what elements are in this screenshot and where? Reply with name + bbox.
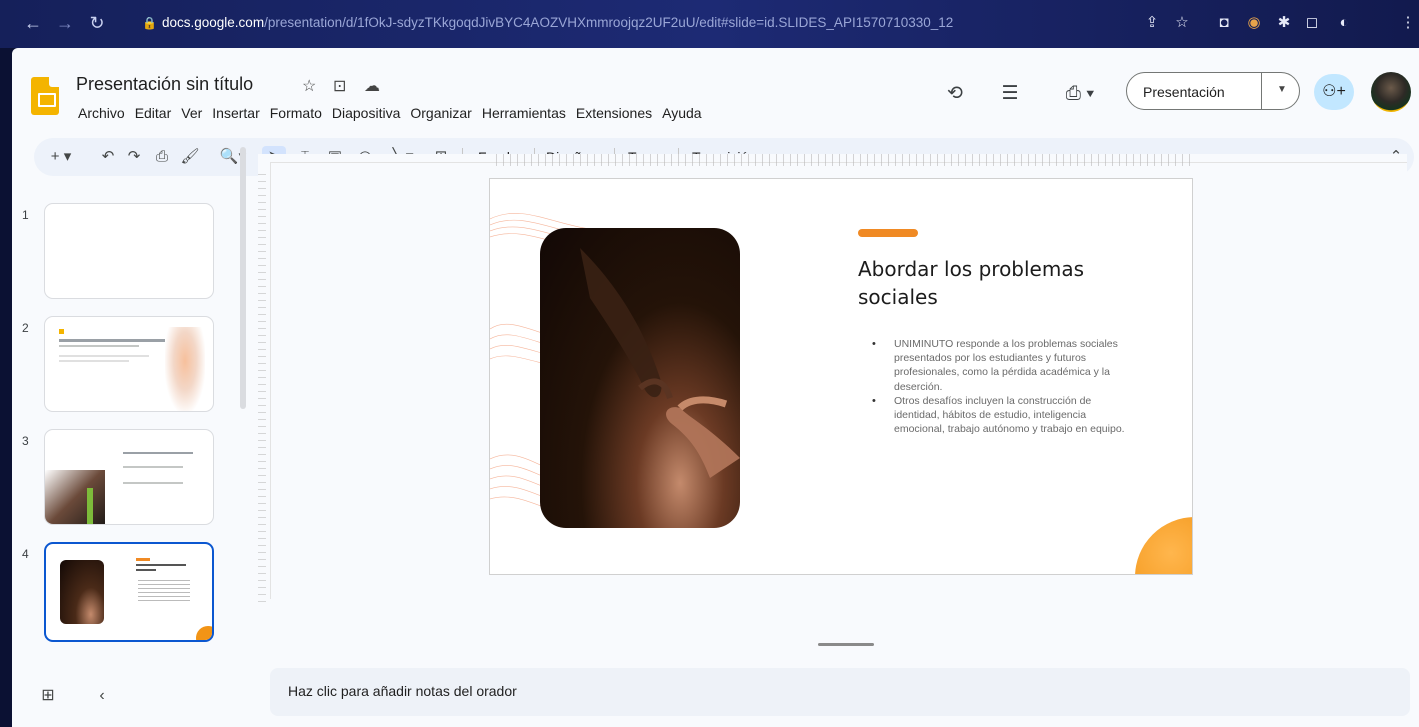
present-label: Presentación: [1143, 84, 1225, 100]
slide-bullets[interactable]: UNIMINUTO responde a los problemas socia…: [872, 337, 1132, 436]
bookmark-star-icon[interactable]: ☆: [1172, 13, 1192, 33]
share-page-icon[interactable]: ⇪: [1142, 13, 1162, 33]
thumb-text-line: [136, 564, 186, 566]
menu-ayuda[interactable]: Ayuda: [658, 103, 707, 123]
present-button[interactable]: Presentación ▼: [1126, 72, 1300, 110]
menu-formato[interactable]: Formato: [266, 103, 328, 123]
slides-logo-icon[interactable]: [31, 77, 59, 115]
menu-extensiones[interactable]: Extensiones: [572, 103, 658, 123]
back-arrow-icon[interactable]: ←: [22, 12, 44, 34]
menu-bar: Archivo Editar Ver Insertar Formato Diap…: [74, 103, 708, 123]
slide-title[interactable]: Abordar los problemas sociales: [858, 255, 1138, 311]
slide-filmstrip: 1 2 3 4: [12, 140, 252, 642]
menu-ver[interactable]: Ver: [177, 103, 208, 123]
thumb-text-line: [138, 580, 190, 581]
bullet-item: UNIMINUTO responde a los problemas socia…: [872, 337, 1132, 394]
menu-archivo[interactable]: Archivo: [74, 103, 131, 123]
thumb-image: [87, 488, 93, 524]
version-history-icon[interactable]: ⟲: [943, 82, 967, 106]
horizontal-ruler: [496, 154, 1196, 166]
kebab-menu-icon[interactable]: ⋮: [1398, 13, 1418, 33]
thumb-image: [45, 470, 105, 524]
profile-icon[interactable]: ◐: [1334, 13, 1354, 33]
slide-number: 1: [22, 208, 29, 222]
slide-thumbnail-3[interactable]: [44, 429, 214, 525]
thumb-text-line: [136, 569, 156, 571]
slide-number: 4: [22, 547, 29, 561]
menu-editar[interactable]: Editar: [131, 103, 178, 123]
document-title[interactable]: Presentación sin título: [76, 74, 253, 95]
extensions-puzzle-icon[interactable]: ✱: [1274, 13, 1294, 33]
thumb-accent: [59, 329, 64, 334]
menu-insertar[interactable]: Insertar: [208, 103, 265, 123]
current-slide[interactable]: Abordar los problemas sociales UNIMINUTO…: [490, 179, 1192, 574]
thumb-text-line: [59, 355, 149, 357]
thumb-text-line: [59, 339, 179, 342]
side-panel-icon[interactable]: ◻: [1302, 13, 1322, 33]
orange-circle-decoration: [1135, 517, 1192, 574]
thumb-text-line: [59, 360, 129, 362]
comments-icon[interactable]: ☰: [998, 82, 1022, 106]
notes-resize-handle[interactable]: [818, 643, 874, 646]
menu-organizar[interactable]: Organizar: [406, 103, 477, 123]
chevron-down-icon[interactable]: ▼: [1277, 84, 1287, 95]
accent-bar: [858, 229, 918, 237]
meet-camera-icon[interactable]: ⎙ ▾: [1058, 82, 1102, 106]
slide-thumbnail-1[interactable]: [44, 203, 214, 299]
speaker-notes-placeholder: Haz clic para añadir notas del orador: [288, 683, 517, 699]
thumb-text-line: [123, 452, 193, 454]
hands-illustration: [580, 248, 740, 478]
speaker-notes[interactable]: Haz clic para añadir notas del orador: [270, 668, 1410, 716]
extension-icon-2[interactable]: ◉: [1244, 13, 1264, 33]
thumb-image: [60, 560, 104, 624]
reload-icon[interactable]: ↻: [86, 12, 108, 34]
slide-thumbnail-4[interactable]: [44, 542, 214, 642]
cloud-status-icon: ☁: [364, 78, 380, 95]
thumb-text-line: [123, 482, 183, 484]
browser-toolbar: ← → ↻ 🔒 docs.google.com/presentation/d/1…: [0, 0, 1419, 48]
menu-diapositiva[interactable]: Diapositiva: [328, 103, 406, 123]
slide-canvas: Abordar los problemas sociales UNIMINUTO…: [258, 154, 1407, 604]
thumb-accent: [136, 558, 150, 561]
lock-icon: 🔒: [142, 16, 157, 30]
filmstrip-scrollbar[interactable]: [240, 147, 246, 409]
extension-icon[interactable]: ◘: [1214, 13, 1234, 33]
forward-arrow-icon[interactable]: →: [54, 12, 76, 34]
move-folder-icon[interactable]: ⊡: [333, 76, 346, 96]
hands-photo: [540, 228, 740, 528]
slide-number: 2: [22, 321, 29, 335]
url-text: docs.google.com/presentation/d/1fOkJ-sdy…: [162, 15, 954, 30]
thumb-text-line: [59, 345, 139, 347]
bullet-item: Otros desafíos incluyen la construcción …: [872, 394, 1132, 437]
add-person-icon[interactable]: ⚇+: [1314, 74, 1354, 110]
vertical-ruler: [258, 174, 266, 604]
slide-number: 3: [22, 434, 29, 448]
star-icon[interactable]: ☆: [302, 76, 316, 96]
avatar[interactable]: [1371, 72, 1411, 112]
collapse-filmstrip-icon[interactable]: ‹: [92, 686, 112, 706]
grid-view-icon[interactable]: ⊞: [38, 686, 58, 706]
thumb-circle: [196, 626, 212, 640]
slide-thumbnail-2[interactable]: [44, 316, 214, 412]
present-divider: [1261, 73, 1262, 109]
menu-herramientas[interactable]: Herramientas: [478, 103, 572, 123]
thumb-text-line: [123, 466, 183, 468]
thumb-decoration: [165, 327, 205, 411]
